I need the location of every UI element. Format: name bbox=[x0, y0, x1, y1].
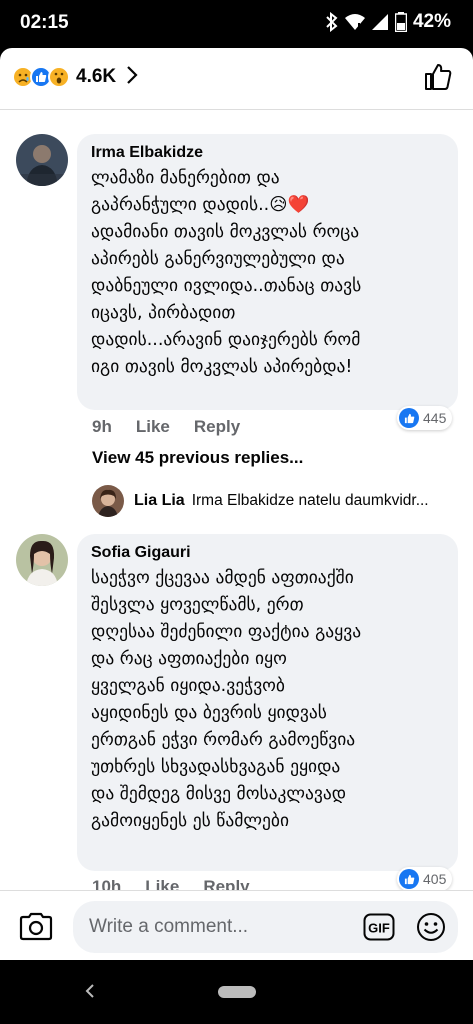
comment-text: საეჭვო ქცევაა ამდენ აფთიაქში შესვლა ყოვე… bbox=[91, 568, 362, 831]
back-icon[interactable] bbox=[84, 982, 96, 1005]
battery-icon bbox=[394, 12, 407, 32]
reply-author[interactable]: Lia Lia bbox=[134, 492, 185, 510]
avatar[interactable] bbox=[16, 534, 68, 586]
like-badge-icon bbox=[399, 869, 419, 889]
comment-time: 9h bbox=[92, 417, 112, 436]
bluetooth-icon bbox=[325, 12, 339, 32]
comment-like-button[interactable]: Like bbox=[136, 417, 170, 437]
comment-bubble[interactable]: Sofia Gigauri საეჭვო ქცევაა ამდენ აფთიაქ… bbox=[77, 534, 458, 871]
reactions-bar: 4.6K bbox=[0, 48, 473, 110]
comment-input[interactable] bbox=[73, 901, 458, 953]
comment-likes-badge[interactable]: 405 bbox=[397, 867, 453, 891]
camera-icon[interactable] bbox=[18, 911, 54, 945]
view-previous-replies-link[interactable]: View 45 previous replies... bbox=[92, 448, 303, 468]
battery-percent: 42% bbox=[412, 11, 451, 32]
wifi-icon bbox=[344, 13, 365, 31]
wow-emoji-icon bbox=[48, 66, 70, 88]
like-badge-icon bbox=[399, 408, 419, 428]
comment-author[interactable]: Sofia Gigauri bbox=[91, 543, 446, 563]
navigation-bar bbox=[0, 960, 473, 1024]
status-bar: 02:15 42% bbox=[0, 0, 473, 48]
comment-composer: GIF bbox=[0, 890, 473, 960]
reactions-summary[interactable]: 4.6K bbox=[12, 65, 138, 89]
comment-like-count: 405 bbox=[423, 871, 447, 887]
gif-button[interactable]: GIF bbox=[363, 913, 395, 945]
comment-bubble[interactable]: Irma Elbakidze ლამაზი მანერებით და გაპრა… bbox=[77, 134, 458, 410]
comment-like-count: 445 bbox=[423, 410, 447, 426]
gif-label: GIF bbox=[368, 921, 390, 936]
signal-icon bbox=[371, 13, 389, 31]
reaction-count: 4.6K bbox=[76, 66, 117, 87]
chevron-right-icon bbox=[126, 65, 138, 89]
status-icons: 42% bbox=[325, 11, 451, 33]
reply-text: Irma Elbakidze natelu daumkvidr... bbox=[191, 492, 429, 509]
comment-author[interactable]: Irma Elbakidze bbox=[91, 143, 446, 163]
comments-panel: 4.6K Irma Elbakidze ლამაზი მანერებით და … bbox=[0, 48, 473, 960]
reply-preview[interactable]: Lia Lia Irma Elbakidze natelu daumkvidr.… bbox=[92, 485, 473, 517]
avatar[interactable] bbox=[16, 134, 68, 186]
home-pill[interactable] bbox=[218, 986, 256, 998]
comment-reply-button[interactable]: Reply bbox=[194, 417, 240, 437]
status-time: 02:15 bbox=[20, 12, 69, 33]
reply-avatar[interactable] bbox=[92, 485, 124, 517]
comment-likes-badge[interactable]: 445 bbox=[397, 406, 453, 430]
emoji-icon[interactable] bbox=[416, 912, 446, 946]
comment-actions: 9h Like Reply bbox=[92, 417, 240, 437]
like-button[interactable] bbox=[423, 62, 453, 96]
comment-text: ლამაზი მანერებით და გაპრანჭული დადის..😥❤… bbox=[91, 168, 362, 377]
